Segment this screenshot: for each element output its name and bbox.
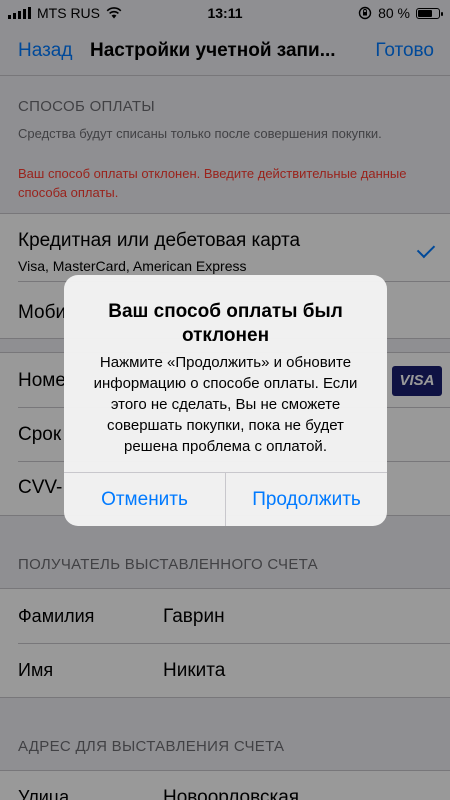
- payment-declined-alert: Ваш способ оплаты был отклонен Нажмите «…: [64, 275, 387, 526]
- continue-button[interactable]: Продолжить: [226, 473, 387, 526]
- alert-message: Нажмите «Продолжить» и обновите информац…: [93, 354, 358, 455]
- alert-title: Ваш способ оплаты был отклонен: [108, 301, 343, 346]
- cancel-button[interactable]: Отменить: [64, 473, 225, 526]
- screen: MTS RUS 13:11 80 % Назад Настройки учетн…: [0, 0, 450, 800]
